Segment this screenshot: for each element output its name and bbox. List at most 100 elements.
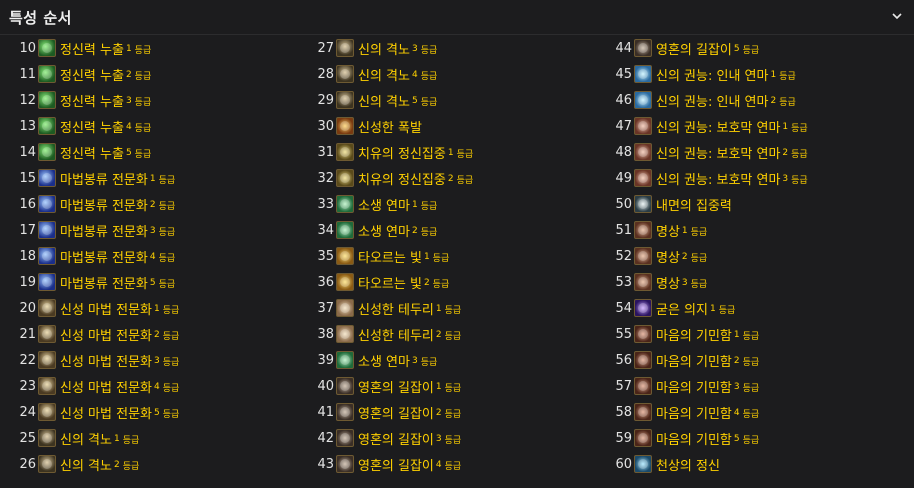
holy-spec-icon bbox=[38, 351, 56, 369]
talent-row[interactable]: 15 마법봉류 전문화 1 등급 bbox=[14, 165, 179, 191]
talent-row[interactable]: 18 마법봉류 전문화 4 등급 bbox=[14, 243, 179, 269]
talent-row[interactable]: 44 영혼의 길잡이 5 등급 bbox=[610, 35, 808, 61]
rising-light-icon bbox=[336, 273, 354, 291]
talent-row[interactable]: 48 신의 권능: 보호막 연마 2 등급 bbox=[610, 139, 808, 165]
chevron-down-icon[interactable] bbox=[892, 11, 902, 21]
talent-level: 29 bbox=[317, 92, 334, 108]
shield-disc-icon bbox=[634, 143, 652, 161]
holy-spec-icon bbox=[38, 403, 56, 421]
talent-row[interactable]: 56 마음의 기민함 2 등급 bbox=[610, 347, 808, 373]
meditation-icon bbox=[634, 221, 652, 239]
talent-row[interactable]: 41 영혼의 길잡이 2 등급 bbox=[312, 399, 473, 425]
talent-row[interactable]: 22 신성 마법 전문화 3 등급 bbox=[14, 347, 179, 373]
rank-label: 등급 bbox=[420, 201, 438, 212]
talent-row[interactable]: 36 타오르는 빛 2 등급 bbox=[312, 269, 473, 295]
talent-row[interactable]: 38 신성한 테두리 2 등급 bbox=[312, 321, 473, 347]
talent-row[interactable]: 11 정신력 누출 2 등급 bbox=[14, 61, 179, 87]
talent-row[interactable]: 19 마법봉류 전문화 5 등급 bbox=[14, 269, 179, 295]
talent-row[interactable]: 13 정신력 누출 4 등급 bbox=[14, 113, 179, 139]
holy-spec-icon bbox=[38, 325, 56, 343]
talent-rank: 2 bbox=[125, 70, 132, 80]
talent-order-header: 특성 순서 bbox=[0, 0, 914, 35]
talent-row[interactable]: 51 명상 1 등급 bbox=[610, 217, 808, 243]
talent-rank: 5 bbox=[154, 408, 160, 418]
talent-row[interactable]: 28 신의 격노 4 등급 bbox=[312, 61, 473, 87]
talent-name: 천상의 정신 bbox=[656, 458, 720, 474]
talent-name: 신성 마법 전문화 bbox=[60, 406, 152, 422]
talent-row[interactable]: 46 신의 권능: 인내 연마 2 등급 bbox=[610, 87, 808, 113]
talent-row[interactable]: 49 신의 권능: 보호막 연마 3 등급 bbox=[610, 165, 808, 191]
talent-row[interactable]: 57 마음의 기민함 3 등급 bbox=[610, 373, 808, 399]
talent-row[interactable]: 33 소생 연마 1 등급 bbox=[312, 191, 473, 217]
talent-row[interactable]: 50 내면의 집중력 bbox=[610, 191, 808, 217]
talent-row[interactable]: 45 신의 권능: 인내 연마 1 등급 bbox=[610, 61, 808, 87]
talent-row[interactable]: 42 영혼의 길잡이 3 등급 bbox=[312, 425, 473, 451]
rank-label: 등급 bbox=[158, 227, 176, 238]
talent-level: 47 bbox=[615, 118, 632, 134]
inner-focus-icon bbox=[634, 195, 652, 213]
talent-row[interactable]: 14 정신력 누출 5 등급 bbox=[14, 139, 179, 165]
talent-rank: 4 bbox=[125, 122, 132, 132]
arcane-flow-icon bbox=[38, 221, 56, 239]
talent-name: 소생 연마 bbox=[358, 224, 410, 240]
talent-name: 신의 격노 bbox=[60, 458, 112, 474]
talent-row[interactable]: 37 신성한 테두리 1 등급 bbox=[312, 295, 473, 321]
talent-row[interactable]: 52 명상 2 등급 bbox=[610, 243, 808, 269]
rank-label: 등급 bbox=[162, 383, 180, 394]
talent-row[interactable]: 53 명상 3 등급 bbox=[610, 269, 808, 295]
talent-row[interactable]: 20 신성 마법 전문화 1 등급 bbox=[14, 295, 179, 321]
rank-label: 등급 bbox=[122, 435, 140, 446]
talent-level: 58 bbox=[615, 404, 632, 420]
talent-level: 17 bbox=[19, 222, 36, 238]
talent-row[interactable]: 16 마법봉류 전문화 2 등급 bbox=[14, 191, 179, 217]
talent-name: 마음의 기민함 bbox=[656, 328, 732, 344]
rank-label: 등급 bbox=[420, 97, 438, 108]
talent-rank: 1 bbox=[113, 434, 120, 444]
talent-row[interactable]: 54 굳은 의지 1 등급 bbox=[610, 295, 808, 321]
talent-row[interactable]: 25 신의 격노 1 등급 bbox=[14, 425, 179, 451]
renew-icon bbox=[336, 351, 354, 369]
talent-row[interactable]: 17 마법봉류 전문화 3 등급 bbox=[14, 217, 179, 243]
talent-row[interactable]: 43 영혼의 길잡이 4 등급 bbox=[312, 451, 473, 477]
talent-row[interactable]: 10 정신력 누출 1 등급 bbox=[14, 35, 179, 61]
talent-row[interactable]: 47 신의 권능: 보호막 연마 1 등급 bbox=[610, 113, 808, 139]
talent-row[interactable]: 60 천상의 정신 bbox=[610, 451, 808, 477]
inner-focus-rank-icon bbox=[634, 91, 652, 109]
talent-row[interactable]: 30 신성한 폭발 bbox=[312, 113, 473, 139]
talent-name: 신성 마법 전문화 bbox=[60, 302, 152, 318]
talent-rank: 1 bbox=[149, 174, 156, 184]
talent-row[interactable]: 24 신성 마법 전문화 5 등급 bbox=[14, 399, 179, 425]
rank-label: 등급 bbox=[432, 253, 450, 264]
talent-rank: 2 bbox=[411, 226, 418, 236]
section-title: 특성 순서 bbox=[9, 9, 72, 27]
talent-row[interactable]: 34 소생 연마 2 등급 bbox=[312, 217, 473, 243]
talent-level: 13 bbox=[19, 118, 36, 134]
rank-label: 등급 bbox=[742, 435, 760, 446]
inner-focus-rank-icon bbox=[634, 65, 652, 83]
talent-row[interactable]: 39 소생 연마 3 등급 bbox=[312, 347, 473, 373]
talent-name: 타오르는 빛 bbox=[358, 276, 422, 292]
talent-row[interactable]: 21 신성 마법 전문화 2 등급 bbox=[14, 321, 179, 347]
talent-row[interactable]: 31 치유의 정신집중 1 등급 bbox=[312, 139, 473, 165]
talent-row[interactable]: 29 신의 격노 5 등급 bbox=[312, 87, 473, 113]
talent-level: 48 bbox=[615, 144, 632, 160]
talent-row[interactable]: 35 타오르는 빛 1 등급 bbox=[312, 243, 473, 269]
talent-name: 신의 격노 bbox=[358, 68, 410, 84]
talent-row[interactable]: 32 치유의 정신집중 2 등급 bbox=[312, 165, 473, 191]
talent-row[interactable]: 27 신의 격노 3 등급 bbox=[312, 35, 473, 61]
talent-name: 신성한 테두리 bbox=[358, 328, 434, 344]
talent-rank: 2 bbox=[435, 330, 442, 340]
rank-label: 등급 bbox=[444, 435, 462, 446]
talent-level: 34 bbox=[317, 222, 334, 238]
rank-label: 등급 bbox=[742, 383, 760, 394]
talent-row[interactable]: 40 영혼의 길잡이 1 등급 bbox=[312, 373, 473, 399]
talent-row[interactable]: 23 신성 마법 전문화 4 등급 bbox=[14, 373, 179, 399]
talent-row[interactable]: 59 마음의 기민함 5 등급 bbox=[610, 425, 808, 451]
talent-row[interactable]: 12 정신력 누출 3 등급 bbox=[14, 87, 179, 113]
talent-rank: 3 bbox=[411, 356, 418, 366]
talent-row[interactable]: 58 마음의 기민함 4 등급 bbox=[610, 399, 808, 425]
talent-row[interactable]: 26 신의 격노 2 등급 bbox=[14, 451, 179, 477]
talent-level: 60 bbox=[615, 456, 632, 472]
rank-label: 등급 bbox=[158, 253, 176, 264]
talent-row[interactable]: 55 마음의 기민함 1 등급 bbox=[610, 321, 808, 347]
